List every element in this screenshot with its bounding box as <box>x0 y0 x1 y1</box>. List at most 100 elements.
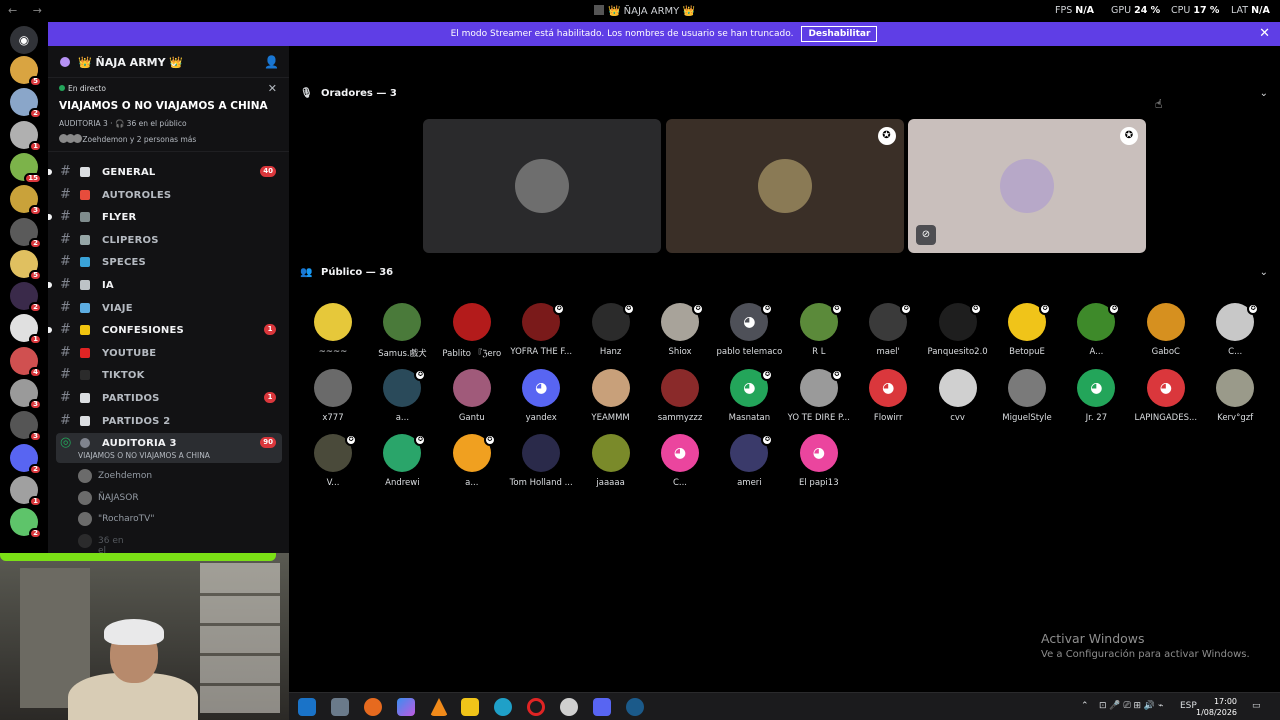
audience-member[interactable]: ✪ Hanz <box>576 303 646 363</box>
audience-member[interactable]: ✪ YO TE DIRE P... <box>784 368 854 429</box>
server-icon[interactable]: 2 <box>10 443 42 475</box>
vlc-icon[interactable] <box>430 698 448 716</box>
server-icon[interactable]: 5 <box>10 56 42 87</box>
channel-cliperos[interactable]: # CLIPEROS <box>56 230 282 250</box>
audience-member[interactable]: jaaaaa <box>576 434 646 494</box>
server-header[interactable]: 👑 ÑAJA ARMY 👑 ⌄ 👤 <box>48 46 289 78</box>
channel-autoroles[interactable]: # AUTOROLES <box>56 185 282 205</box>
audience-member[interactable]: Kerv°gzf <box>1200 368 1270 429</box>
audience-member[interactable]: YEAMMM <box>576 368 646 429</box>
disable-streamer-button[interactable]: Deshabilitar <box>801 26 878 42</box>
audience-header[interactable]: 👥 Público — 36 <box>300 267 393 278</box>
audience-member[interactable]: ◕ Flowirr <box>853 368 923 429</box>
audience-member[interactable]: GaboC <box>1131 303 1201 363</box>
chevron-up-icon[interactable]: ⌃ <box>1081 701 1089 711</box>
avatar <box>1146 303 1185 341</box>
server-icon[interactable]: 1 <box>10 475 42 507</box>
edge-icon[interactable] <box>494 698 512 716</box>
clock-app-icon[interactable] <box>560 698 578 716</box>
audience-member[interactable]: ✪ R L <box>784 303 854 363</box>
server-icon[interactable]: 3 <box>10 379 42 410</box>
audience-member[interactable]: x777 <box>298 368 368 429</box>
firefox-icon[interactable] <box>364 698 382 716</box>
channel-viaje[interactable]: # VIAJE <box>56 298 282 318</box>
speakers-header[interactable]: 🎙 Oradores — 3 <box>300 88 397 99</box>
speaker-tile[interactable]: ✪ ⊘ <box>908 119 1146 253</box>
channel-label: IA <box>102 280 114 291</box>
server-icon[interactable]: 2 <box>10 217 42 249</box>
channel-auditoria-3[interactable]: ◎ AUDITORIA 3 90 VIAJAMOS O NO VIAJAMOS … <box>56 433 282 463</box>
server-icon[interactable]: 5 <box>10 249 42 281</box>
audience-member[interactable]: ◕ El papi13 <box>784 434 854 494</box>
server-icon[interactable]: 15 <box>10 152 42 184</box>
audience-member[interactable]: ✪ a... <box>437 434 507 494</box>
audience-member[interactable]: cvv <box>923 368 993 429</box>
channel-tiktok[interactable]: # TIKTOK <box>56 365 282 385</box>
invite-icon[interactable]: 👤 <box>264 55 279 69</box>
audience-member[interactable]: ✪ BetopuE <box>992 303 1062 363</box>
discord-home-icon[interactable]: ◉ <box>10 26 38 54</box>
audience-member[interactable]: ◕ yandex <box>506 368 576 429</box>
steam-icon[interactable] <box>626 698 644 716</box>
server-icon[interactable]: 3 <box>10 411 42 443</box>
audience-member[interactable]: ✪ Andrewi <box>367 434 437 494</box>
audience-member[interactable]: ✪ A... <box>1061 303 1131 363</box>
audience-member[interactable]: ✪ ameri <box>714 434 784 494</box>
server-icon[interactable]: 1 <box>10 120 42 152</box>
audience-member[interactable]: Samus.戲犬 <box>367 303 437 363</box>
live-stage-card[interactable]: En directo ✕ VIAJAMOS O NO VIAJAMOS A CH… <box>48 78 289 152</box>
discord-taskbar-icon[interactable] <box>593 698 611 716</box>
channel-partidos[interactable]: # PARTIDOS 1 <box>56 388 282 408</box>
server-icon[interactable]: 2 <box>10 88 42 120</box>
chevron-down-icon[interactable]: ⌄ <box>169 56 178 69</box>
audience-member[interactable]: Pablito 『ℨero <box>437 303 507 363</box>
audience-member[interactable]: ✪ Shiox <box>645 303 715 363</box>
speaker-tile[interactable]: ✪ <box>665 119 904 253</box>
outlook-icon[interactable] <box>298 698 316 716</box>
clock[interactable]: 17:00 1/08/2026 <box>1196 696 1237 718</box>
audience-member[interactable]: ✪ a... <box>367 368 437 429</box>
server-icon[interactable]: 1 <box>10 314 42 346</box>
close-icon[interactable]: ✕ <box>1259 26 1270 41</box>
channel-youtube[interactable]: # YOUTUBE <box>56 343 282 363</box>
member-name: a... <box>395 412 410 423</box>
microsoft-store-icon[interactable] <box>461 698 479 716</box>
close-icon[interactable]: ✕ <box>268 82 277 95</box>
chevron-down-icon[interactable]: ⌄ <box>1260 267 1268 278</box>
file-explorer-icon[interactable] <box>331 698 349 716</box>
audience-member[interactable]: ✪ C... <box>1200 303 1270 363</box>
speaker-tile[interactable] <box>423 119 661 253</box>
audience-member[interactable]: ◕ Jr. 27 <box>1061 368 1131 429</box>
audience-member[interactable]: Tom Holland ... <box>506 434 576 494</box>
audience-member[interactable]: sammyzzz <box>645 368 715 429</box>
server-icon[interactable]: 2 <box>10 508 42 540</box>
audience-member[interactable]: ◕ C... <box>645 434 715 494</box>
audience-member[interactable]: Gantu <box>437 368 507 429</box>
audience-member[interactable]: ✪ V... <box>298 434 368 494</box>
copilot-icon[interactable] <box>397 698 415 716</box>
audience-member[interactable]: ◕ ✪ Masnatan <box>714 368 784 429</box>
channel-ia[interactable]: # IA <box>48 275 282 295</box>
server-icon[interactable]: 3 <box>10 185 42 217</box>
language-indicator[interactable]: ESP <box>1180 701 1197 711</box>
notification-icon[interactable]: ▭ <box>1252 701 1261 711</box>
channel-flyer[interactable]: # FLYER <box>48 207 282 227</box>
tray-icons[interactable]: ⊡ 🎤 ⎚ ⊞ 🔊 ⌁ <box>1099 701 1163 711</box>
server-icon[interactable]: 4 <box>10 346 42 378</box>
channel-general[interactable]: # GENERAL 40 <box>48 162 282 182</box>
audience-member[interactable]: MiguelStyle <box>992 368 1062 429</box>
server-icon[interactable]: 2 <box>10 282 42 314</box>
audience-member[interactable]: ✪ mael' <box>853 303 923 363</box>
audience-member[interactable]: ◕ ✪ pablo telemaco <box>714 303 784 363</box>
chevron-down-icon[interactable]: ⌄ <box>1260 88 1268 99</box>
video-off-icon[interactable]: ⊘ <box>916 225 936 245</box>
channel-partidos-2[interactable]: # PARTIDOS 2 <box>56 411 282 431</box>
audience-member[interactable]: ~~~~ <box>298 303 368 363</box>
nav-arrows[interactable]: ← → <box>8 4 48 17</box>
channel-speces[interactable]: # SPECES <box>56 252 282 272</box>
audience-member[interactable]: ◕ LAPINGADES... <box>1131 368 1201 429</box>
channel-confesiones[interactable]: # CONFESIONES 1 <box>48 320 282 340</box>
opera-icon[interactable] <box>527 698 545 716</box>
audience-member[interactable]: ✪ YOFRA THE F... <box>506 303 576 363</box>
audience-member[interactable]: ✪ Panquesito2.0 <box>923 303 993 363</box>
